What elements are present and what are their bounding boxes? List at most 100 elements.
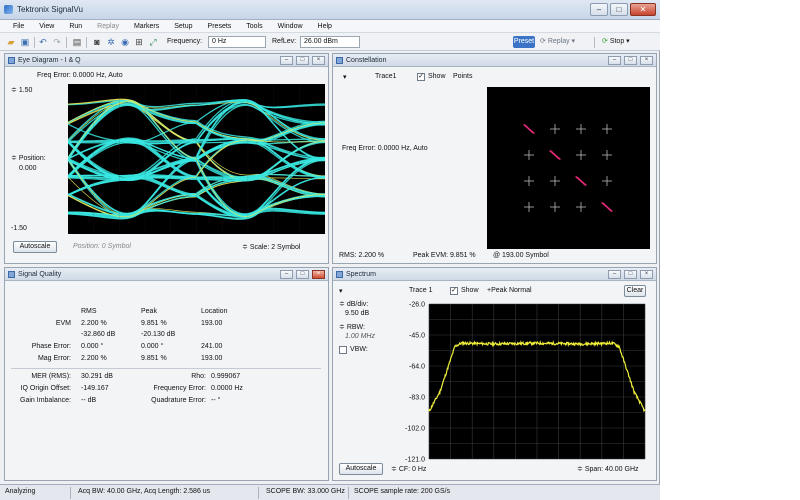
- spin-icon: ≑: [11, 87, 19, 94]
- print-icon[interactable]: ▤: [72, 37, 82, 47]
- sq-peak: 9.851 %: [141, 320, 167, 327]
- rbw-label-text: RBW:: [346, 324, 365, 331]
- app-logo-icon: [4, 5, 13, 14]
- spin-icon: ≑: [242, 244, 250, 251]
- panel-close-button[interactable]: ×: [640, 270, 653, 279]
- sq-label: Phase Error:: [31, 343, 71, 350]
- eye-freq-error: Freq Error: 0.0000 Hz, Auto: [37, 72, 123, 79]
- menu-markers[interactable]: Markers: [134, 23, 159, 30]
- menu-presets[interactable]: Presets: [208, 23, 232, 30]
- sq-header-location: Location: [201, 308, 228, 315]
- rho-value: 0.999067: [211, 373, 241, 380]
- divider: [11, 368, 321, 369]
- spectrum-autoscale-button[interactable]: Autoscale: [339, 463, 383, 475]
- menu-setup[interactable]: Setup: [174, 23, 192, 30]
- eye-diagram-plot: [68, 84, 325, 234]
- markers-icon[interactable]: ⊞: [134, 37, 144, 47]
- panel-minimize-button[interactable]: –: [608, 56, 621, 65]
- span-value-text: Span: 40.00 GHz: [584, 466, 639, 473]
- close-button[interactable]: ✕: [630, 3, 656, 16]
- sq-row-iq-origin: IQ Origin Offset: -149.167 Frequency Err…: [11, 385, 328, 396]
- panel-close-button[interactable]: ×: [640, 56, 653, 65]
- panel-minimize-button[interactable]: –: [280, 56, 293, 65]
- redo-icon[interactable]: ↷: [52, 37, 62, 47]
- menu-help[interactable]: Help: [318, 23, 332, 30]
- panel-minimize-button[interactable]: –: [280, 270, 293, 279]
- trace-toggle-icon[interactable]: ▾: [339, 287, 343, 295]
- spectrum-trace[interactable]: Trace 1: [409, 287, 432, 294]
- clear-button[interactable]: Clear: [624, 285, 646, 297]
- spectrum-plot: -26.0 -45.0 -64.0 -83.0 -102.0 -121.0: [405, 302, 646, 464]
- spin-icon: ≑: [391, 466, 399, 473]
- db-div-value[interactable]: 9.50 dB: [345, 310, 369, 317]
- replay-icon: ⟳: [540, 38, 548, 45]
- status-acq: Acq BW: 40.00 GHz, Acq Length: 2.586 us: [78, 488, 211, 495]
- panel-minimize-button[interactable]: –: [608, 270, 621, 279]
- sq-rms: 2.200 %: [81, 355, 107, 362]
- panel-maximize-button[interactable]: □: [296, 56, 309, 65]
- panel-close-button[interactable]: ×: [312, 270, 325, 279]
- camera-icon[interactable]: ◙: [92, 37, 102, 47]
- eye-scale-text: Scale: 2 Symbol: [249, 244, 301, 251]
- span-value[interactable]: ≑ Span: 40.00 GHz: [577, 465, 639, 473]
- iq-origin-value: -149.167: [81, 385, 109, 392]
- stop-button[interactable]: ⟳ Stop ▾: [602, 37, 630, 45]
- show-checkbox[interactable]: ✓: [417, 73, 425, 81]
- undo-icon[interactable]: ↶: [38, 37, 48, 47]
- save-icon[interactable]: ▣: [20, 37, 30, 47]
- frequency-label: Frequency:: [167, 38, 203, 45]
- spectrum-y-tick-label: -26.0: [409, 302, 425, 309]
- sq-row-mag-error: Mag Error: 2.200 % 9.851 % 193.00: [11, 355, 328, 366]
- spectrum-y-ticks: -26.0 -45.0 -64.0 -83.0 -102.0 -121.0: [405, 302, 425, 464]
- cf-value[interactable]: ≑ CF: 0 Hz: [391, 465, 426, 473]
- detector-select[interactable]: +Peak Normal: [487, 287, 532, 294]
- eye-position-value[interactable]: 0.000: [19, 165, 37, 172]
- eye-diagram-titlebar: Eye Diagram - I & Q – □ ×: [5, 54, 328, 67]
- run-icon: ⟳: [602, 38, 610, 45]
- show-mode-select[interactable]: Points: [453, 73, 472, 80]
- constellation-rms: RMS: 2.200 %: [339, 252, 385, 259]
- open-folder-icon[interactable]: ▰: [6, 37, 16, 47]
- status-state: Analyzing: [5, 488, 36, 495]
- reflev-input[interactable]: 26.00 dBm: [300, 36, 360, 48]
- panel-maximize-button[interactable]: □: [624, 270, 637, 279]
- show-checkbox[interactable]: ✓: [450, 287, 458, 295]
- chevron-down-icon: ▾: [624, 38, 630, 45]
- sq-label: EVM: [55, 320, 71, 327]
- menu-view[interactable]: View: [39, 23, 54, 30]
- panel-maximize-button[interactable]: □: [624, 56, 637, 65]
- menu-replay[interactable]: Replay: [97, 23, 119, 30]
- spectrum-y-tick-label: -64.0: [409, 364, 425, 371]
- panel-icon: [8, 271, 15, 278]
- settings-icon[interactable]: ✲: [106, 37, 116, 47]
- maximize-button[interactable]: □: [610, 3, 628, 16]
- eye-position-label-text: Position:: [18, 155, 46, 162]
- rbw-value[interactable]: 1.00 MHz: [345, 333, 375, 340]
- panel-maximize-button[interactable]: □: [296, 270, 309, 279]
- constellation-title: Constellation: [346, 57, 387, 64]
- sq-label: Mag Error:: [37, 355, 71, 362]
- constellation-trace[interactable]: Trace1: [375, 73, 397, 80]
- spectrum-y-tick-label: -102.0: [405, 426, 425, 433]
- replay-button[interactable]: ⟳ Replay ▾: [540, 37, 575, 45]
- frequency-input[interactable]: 0 Hz: [208, 36, 266, 48]
- menu-tools[interactable]: Tools: [246, 23, 262, 30]
- eye-scale[interactable]: ≑ Scale: 2 Symbol: [242, 243, 300, 251]
- eye-autoscale-button[interactable]: Autoscale: [13, 241, 57, 253]
- gain-imbalance-value: -- dB: [81, 397, 97, 404]
- eye-diagram-title: Eye Diagram - I & Q: [18, 57, 81, 64]
- menu-file[interactable]: File: [13, 23, 24, 30]
- eye-position-label: ≑ Position:: [11, 154, 46, 162]
- panel-close-button[interactable]: ×: [312, 56, 325, 65]
- sq-row-gain: Gain Imbalance: -- dB Quadrature Error: …: [11, 397, 328, 408]
- trace-toggle-icon[interactable]: ▾: [343, 73, 347, 81]
- vbw-checkbox[interactable]: [339, 346, 347, 354]
- freq-error-label: Frequency Error:: [153, 385, 206, 392]
- menu-window[interactable]: Window: [278, 23, 303, 30]
- menu-run[interactable]: Run: [69, 23, 82, 30]
- minimize-button[interactable]: –: [590, 3, 608, 16]
- preset-button[interactable]: Preset: [513, 36, 535, 48]
- zoom-fit-icon[interactable]: ⤢: [148, 37, 158, 47]
- signal-quality-title: Signal Quality: [18, 271, 62, 278]
- displays-icon[interactable]: ◉: [120, 37, 130, 47]
